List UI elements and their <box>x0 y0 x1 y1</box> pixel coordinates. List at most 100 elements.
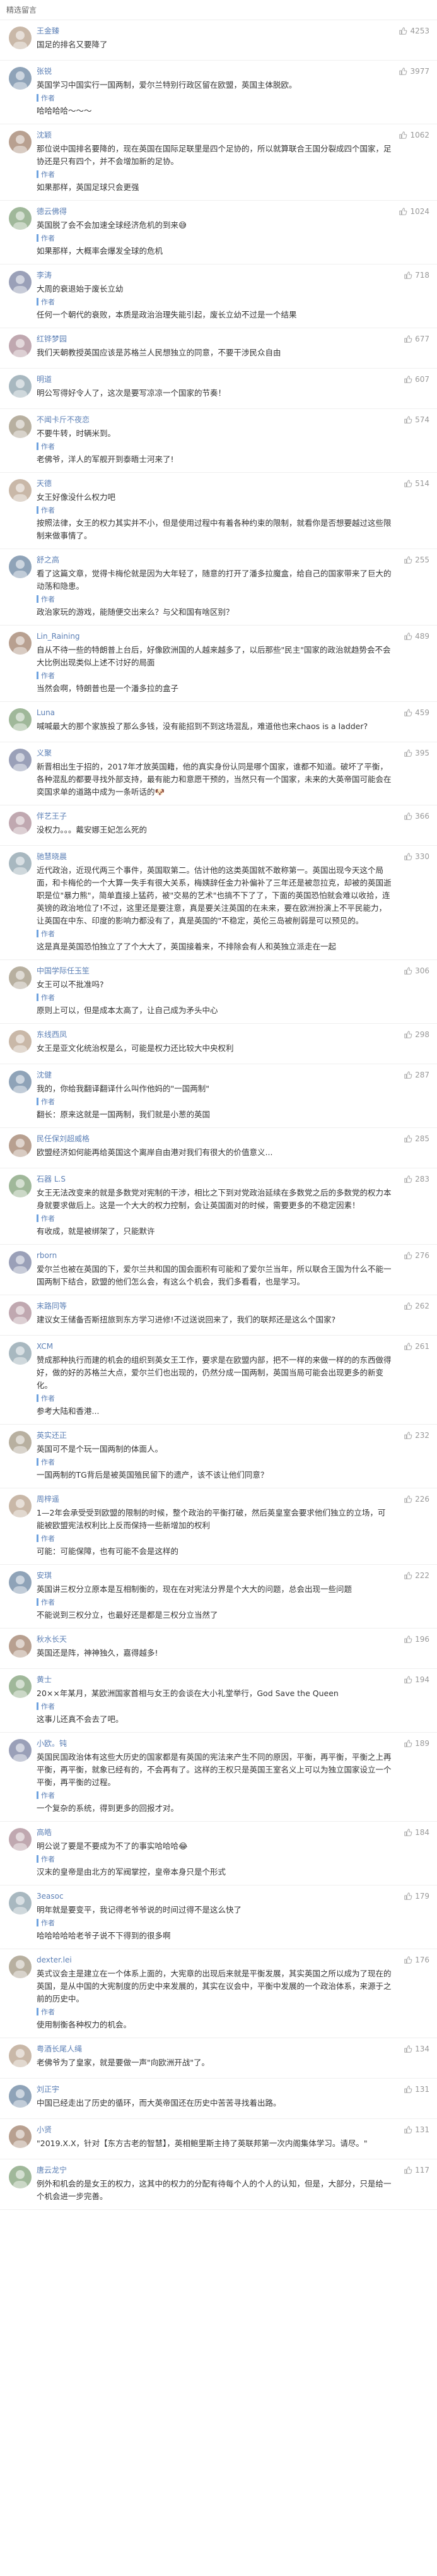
comment-username[interactable]: 秋水长天 <box>37 1634 393 1645</box>
avatar[interactable] <box>9 749 32 771</box>
comment-username[interactable]: 伴艺王子 <box>37 810 393 822</box>
like-button[interactable]: 261 <box>404 1342 429 1351</box>
like-button[interactable]: 226 <box>404 1495 429 1504</box>
like-button[interactable]: 285 <box>404 1134 429 1143</box>
like-button[interactable]: 459 <box>404 708 429 717</box>
avatar[interactable] <box>9 852 32 875</box>
comment-username[interactable]: 李涛 <box>37 270 393 281</box>
comment-username[interactable]: 石器 L.S <box>37 1173 393 1185</box>
comment-username[interactable]: 德云佛得 <box>37 206 393 217</box>
like-button[interactable]: 283 <box>404 1175 429 1184</box>
comment-username[interactable]: 明道 <box>37 374 393 385</box>
avatar[interactable] <box>9 27 32 49</box>
comment-username[interactable]: Luna <box>37 707 393 718</box>
avatar[interactable] <box>9 1739 32 1762</box>
like-button[interactable]: 489 <box>404 632 429 641</box>
comment-username[interactable]: 民任保刘超威格 <box>37 1133 393 1144</box>
like-button[interactable]: 196 <box>404 1635 429 1644</box>
comment-username[interactable]: 不闻卡斤不夜恋 <box>37 414 393 425</box>
comment-username[interactable]: 东线西凤 <box>37 1029 393 1040</box>
like-button[interactable]: 298 <box>404 1030 429 1039</box>
avatar[interactable] <box>9 1134 32 1157</box>
avatar[interactable] <box>9 1030 32 1053</box>
comment-username[interactable]: 红铧梦园 <box>37 333 393 345</box>
avatar[interactable] <box>9 1251 32 1274</box>
avatar[interactable] <box>9 1431 32 1454</box>
like-button[interactable]: 179 <box>404 1892 429 1901</box>
avatar[interactable] <box>9 1675 32 1698</box>
comment-username[interactable]: XCM <box>37 1341 393 1352</box>
comment-username[interactable]: rborn <box>37 1250 393 1261</box>
comment-username[interactable]: 粤酒长尾人绳 <box>37 2043 393 2055</box>
avatar[interactable] <box>9 966 32 989</box>
comment-username[interactable]: 黄士 <box>37 1674 393 1685</box>
avatar[interactable] <box>9 632 32 655</box>
like-button[interactable]: 514 <box>404 479 429 488</box>
avatar[interactable] <box>9 207 32 230</box>
avatar[interactable] <box>9 1175 32 1197</box>
comment-username[interactable]: 英实还正 <box>37 1430 393 1441</box>
like-button[interactable]: 330 <box>404 852 429 861</box>
avatar[interactable] <box>9 335 32 357</box>
like-button[interactable]: 1062 <box>399 131 429 139</box>
like-button[interactable]: 184 <box>404 1828 429 1837</box>
like-button[interactable]: 395 <box>404 749 429 757</box>
like-button[interactable]: 607 <box>404 375 429 384</box>
comment-username[interactable]: 高皓 <box>37 1827 393 1838</box>
avatar[interactable] <box>9 1828 32 1851</box>
avatar[interactable] <box>9 1302 32 1324</box>
like-button[interactable]: 189 <box>404 1739 429 1748</box>
avatar[interactable] <box>9 1495 32 1517</box>
comment-username[interactable]: 张锐 <box>37 66 393 77</box>
comment-username[interactable]: 安琪 <box>37 1570 393 1581</box>
comment-username[interactable]: 义聚 <box>37 747 393 759</box>
comment-username[interactable]: Lin_Raining <box>37 631 393 642</box>
like-button[interactable]: 255 <box>404 555 429 564</box>
avatar[interactable] <box>9 2125 32 2148</box>
like-button[interactable]: 134 <box>404 2045 429 2053</box>
like-button[interactable]: 131 <box>404 2125 429 2134</box>
avatar[interactable] <box>9 812 32 834</box>
comment-username[interactable]: 天德 <box>37 478 393 489</box>
like-button[interactable]: 287 <box>404 1071 429 1079</box>
avatar[interactable] <box>9 2085 32 2108</box>
comment-username[interactable]: dexter.lei <box>37 1954 393 1966</box>
comment-username[interactable]: 舒之高 <box>37 554 393 566</box>
comment-username[interactable]: 唐云龙宁 <box>37 2164 393 2176</box>
comment-username[interactable]: 末路同等 <box>37 1300 393 1312</box>
comment-username[interactable]: 中国学际任玉笙 <box>37 965 393 976</box>
comment-username[interactable]: 小欧。钝 <box>37 1738 393 1749</box>
avatar[interactable] <box>9 1342 32 1365</box>
avatar[interactable] <box>9 708 32 731</box>
like-button[interactable]: 276 <box>404 1251 429 1260</box>
avatar[interactable] <box>9 375 32 398</box>
like-button[interactable]: 262 <box>404 1302 429 1310</box>
comment-username[interactable]: 王金臻 <box>37 25 393 37</box>
avatar[interactable] <box>9 555 32 578</box>
avatar[interactable] <box>9 1071 32 1093</box>
comment-username[interactable]: 3easoc <box>37 1890 393 1902</box>
comment-username[interactable]: 沈颖 <box>37 129 393 141</box>
avatar[interactable] <box>9 1956 32 1978</box>
comment-username[interactable]: 沈健 <box>37 1069 393 1081</box>
avatar[interactable] <box>9 415 32 438</box>
avatar[interactable] <box>9 479 32 502</box>
avatar[interactable] <box>9 67 32 90</box>
like-button[interactable]: 306 <box>404 966 429 975</box>
like-button[interactable]: 4253 <box>399 27 429 35</box>
avatar[interactable] <box>9 1635 32 1658</box>
like-button[interactable]: 222 <box>404 1571 429 1580</box>
like-button[interactable]: 232 <box>404 1431 429 1440</box>
like-button[interactable]: 366 <box>404 812 429 821</box>
avatar[interactable] <box>9 1571 32 1594</box>
like-button[interactable]: 131 <box>404 2085 429 2094</box>
like-button[interactable]: 574 <box>404 415 429 424</box>
comment-username[interactable]: 小贤 <box>37 2124 393 2135</box>
avatar[interactable] <box>9 131 32 153</box>
comment-username[interactable]: 驰慧晓晨 <box>37 851 393 862</box>
like-button[interactable]: 194 <box>404 1675 429 1684</box>
like-button[interactable]: 718 <box>404 271 429 280</box>
avatar[interactable] <box>9 1892 32 1914</box>
comment-username[interactable]: 刘正宇 <box>37 2084 393 2095</box>
like-button[interactable]: 677 <box>404 335 429 343</box>
